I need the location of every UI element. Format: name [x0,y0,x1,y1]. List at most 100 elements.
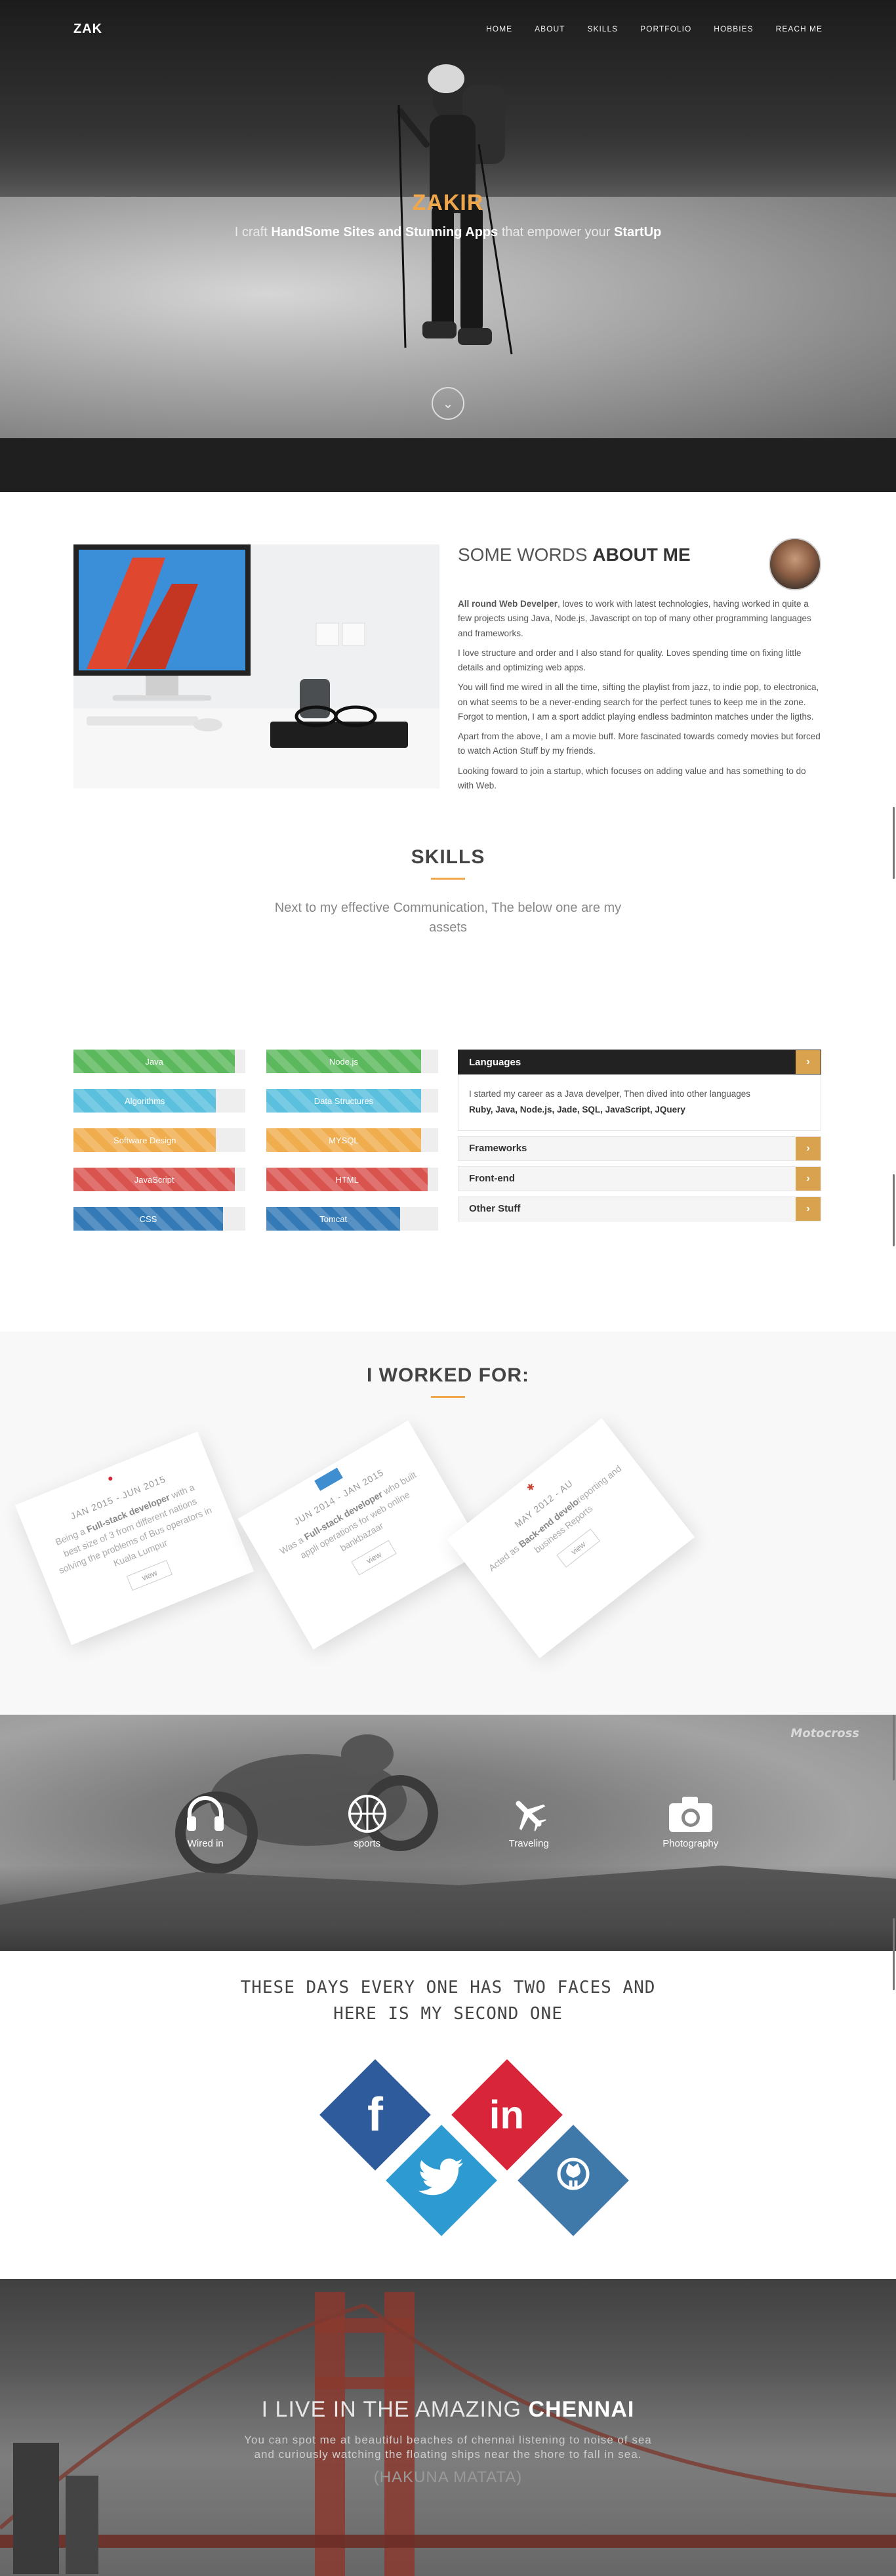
nav-menu: HOME ABOUT SKILLS PORTFOLIO HOBBIES REAC… [486,24,823,33]
skill-label: MYSQL [329,1135,359,1145]
about-paragraph: Looking foward to join a startup, which … [458,766,806,790]
accordion-label: Front-end [469,1173,515,1185]
accordion-header-languages[interactable]: Languages › [458,1050,821,1074]
skills-title: SKILLS [411,846,485,868]
skill-label: Java [145,1056,163,1067]
skill-bar-fill: CSS [73,1207,223,1231]
about-title: SOME WORDS ABOUT ME [458,544,821,565]
skills-subtitle: Next to my effective Communication, The … [274,901,622,935]
hobby-wired-in: Wired in [166,1793,245,1849]
accordion-item-frameworks: Frameworks › [458,1135,821,1161]
chevron-down-icon: ⌄ [442,396,454,411]
skill-bar-fill: Data Structures [266,1089,421,1113]
skill-bar-fill: Node.js [266,1050,421,1073]
nav-home[interactable]: HOME [486,24,512,33]
chevron-right-icon: › [796,1166,821,1191]
skill-bar-fill: Tomcat [266,1207,401,1231]
headphones-icon [166,1793,245,1834]
view-button[interactable]: view [126,1560,173,1591]
social-section: THESE DAYS EVERY ONE HAS TWO FACES AND H… [0,1918,896,2279]
airplane-icon [489,1793,568,1834]
nav-portfolio[interactable]: PORTFOLIO [640,24,691,33]
work-card[interactable]: ✱ MAY 2012 - AU Acted as Back-end develo… [446,1418,695,1658]
camera-icon [651,1793,730,1834]
scroll-down-button[interactable]: ⌄ [432,387,464,420]
accordion-header-other-stuff[interactable]: Other Stuff › [458,1196,821,1221]
city-description: You can spot me at beautiful beaches of … [244,2434,652,2461]
scrollbar-thumb[interactable] [893,1174,895,1246]
skill-bar: Java [73,1050,245,1073]
hobby-sports: sports [328,1793,407,1849]
nav-about[interactable]: ABOUT [535,24,565,33]
skill-label: Algorithms [125,1095,165,1106]
hobby-photography: Photography [651,1793,730,1849]
skill-bar-fill: Software Design [73,1128,216,1152]
dirt-ground [0,1866,896,1951]
skill-label: Software Design [113,1135,176,1145]
about-p1-bold: All round Web Develper [458,599,558,609]
chevron-right-icon: › [796,1136,821,1160]
basketball-icon [328,1793,407,1834]
accordion-header-frameworks[interactable]: Frameworks › [458,1135,821,1161]
hero-tagline: I craft HandSome Sites and Stunning Apps… [0,225,896,240]
title-underline [431,1396,465,1398]
skill-bars: Java Node.js Algorithms Data Structures Soft… [73,1050,438,1231]
about-paragraph: I love structure and order and I also st… [458,647,802,673]
city-title-bold: CHENNAI [528,2397,635,2422]
skill-label: Tomcat [319,1214,348,1224]
scrollbar-thumb[interactable] [893,1918,895,1990]
quote-line: HERE IS MY SECOND ONE [333,2004,563,2024]
scrollbar-thumb[interactable] [893,1715,895,1780]
hero-bottom-band [0,438,896,492]
city-motto: (HAKUNA MATATA) [373,2468,523,2487]
work-card[interactable]: JUN 2014 - JAN 2015 Was a Full-stack dev… [237,1420,484,1650]
skill-bar: Tomcat [266,1207,438,1231]
accordion-body-text: I started my career as a Java develper, … [469,1089,751,1099]
hobby-traveling: Traveling [489,1793,568,1849]
city-section: I LIVE IN THE AMAZING CHENNAI You can sp… [0,2279,896,2576]
nav-skills[interactable]: SKILLS [587,24,618,33]
nav-reach-me[interactable]: REACH ME [776,24,823,33]
skill-bar: JavaScript [73,1168,245,1191]
about-text: SOME WORDS ABOUT ME All round Web Develp… [458,538,821,798]
work-desc: Acted as Back-end develoreporting and bu… [474,1452,645,1595]
github-icon [552,2154,594,2207]
skill-bar: Software Design [73,1128,245,1152]
city-text: I LIVE IN THE AMAZING CHENNAI You can sp… [0,2397,896,2487]
skills-section: SKILLS Next to my effective Communicatio… [0,807,896,1332]
skill-bar: HTML [266,1168,438,1191]
skill-label: CSS [139,1214,157,1224]
accordion-label: Other Stuff [469,1203,521,1215]
skill-label: Node.js [329,1056,358,1067]
accordion-item-languages: Languages › I started my career as a Jav… [458,1050,821,1131]
company-logo [314,1467,343,1491]
top-nav: ZAK HOME ABOUT SKILLS PORTFOLIO HOBBIES … [0,0,896,58]
twitter-icon [418,2154,464,2207]
tagline-bold: StartUp [614,225,662,239]
about-title-bold: ABOUT ME [592,544,691,565]
skill-bar-fill: MYSQL [266,1128,421,1152]
hobby-label: Traveling [508,1838,549,1849]
brand-logo[interactable]: ZAK [73,22,102,37]
tagline-bold: HandSome Sites and Stunning Apps [271,225,499,239]
desk-illustration [73,544,439,788]
accordion-body-list: Ruby, Java, Node.js, Jade, SQL, JavaScri… [469,1105,685,1115]
skills-accordion: Languages › I started my career as a Jav… [458,1050,821,1227]
accordion-header-front-end[interactable]: Front-end › [458,1166,821,1191]
about-section: SOME WORDS ABOUT ME All round Web Develp… [0,492,896,840]
work-card[interactable]: ● JAN 2015 - JUN 2015 Being a Full-stack… [14,1431,255,1645]
work-section: I WORKED FOR: ● JAN 2015 - JUN 2015 Bein… [0,1332,896,1715]
accordion-item-front-end: Front-end › [458,1166,821,1191]
skill-bar: Data Structures [266,1089,438,1113]
hero-section: ZAK HOME ABOUT SKILLS PORTFOLIO HOBBIES … [0,0,896,492]
hero-text: ZAKIR I craft HandSome Sites and Stunnin… [0,190,896,240]
about-paragraph: You will find me wired in all the time, … [458,682,819,722]
hobby-list: Wired in sports Traveling Photography [0,1793,896,1849]
skill-bar-fill: HTML [266,1168,428,1191]
skill-label: JavaScript [134,1174,174,1185]
accordion-label: Frameworks [469,1143,527,1155]
city-title-light: I LIVE IN THE AMAZING [261,2397,529,2422]
scrollbar-thumb[interactable] [893,807,895,879]
nav-hobbies[interactable]: HOBBIES [714,24,753,33]
avatar [769,538,821,590]
